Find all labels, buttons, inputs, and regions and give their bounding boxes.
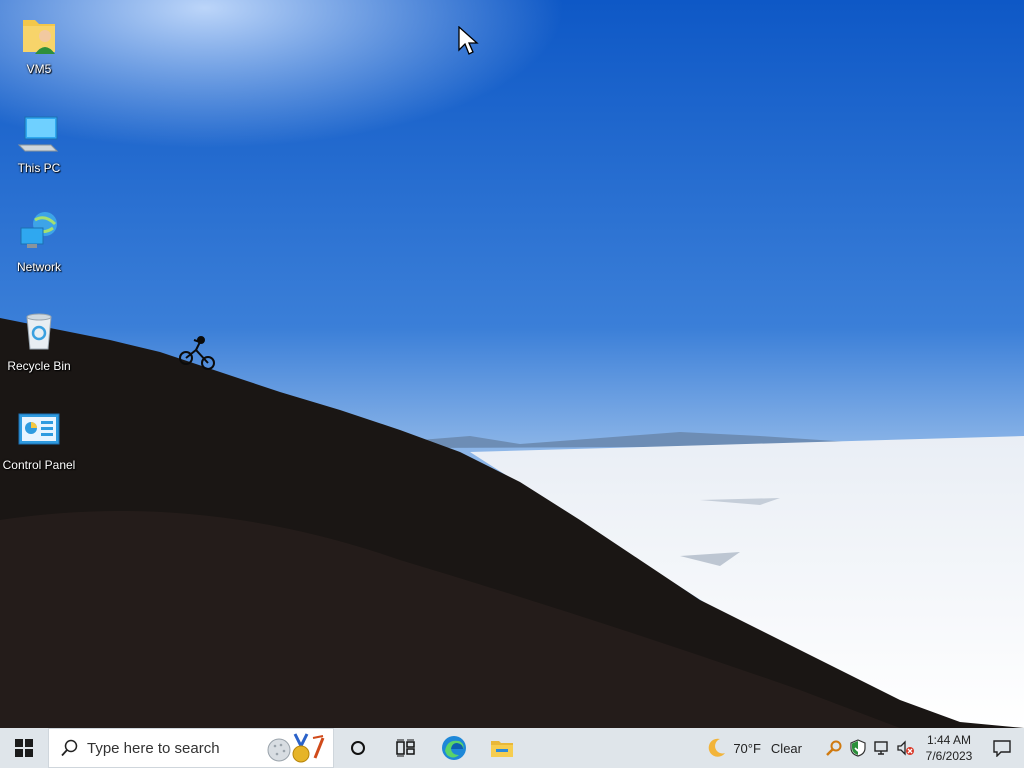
desktop-icon-this-pc[interactable]: This PC <box>0 101 78 191</box>
weather-widget[interactable]: 70°F Clear <box>699 728 808 768</box>
start-button[interactable] <box>0 728 48 768</box>
edge-icon <box>442 736 466 760</box>
clock[interactable]: 1:44 AM 7/6/2023 <box>918 728 980 768</box>
desktop-icon-control-panel[interactable]: Control Panel <box>0 398 78 488</box>
tray-network-icon[interactable] <box>870 728 894 768</box>
recycle-bin-icon <box>26 313 52 350</box>
tray-search-key-icon[interactable] <box>822 728 846 768</box>
desktop-icon-label: Network <box>16 260 61 274</box>
circle-icon <box>351 741 365 755</box>
key-search-icon <box>826 740 842 756</box>
desktop-icon-network[interactable]: Network <box>0 200 78 290</box>
search-placeholder: Type here to search <box>87 739 220 757</box>
tray-security-icon[interactable] <box>846 728 870 768</box>
notification-icon <box>993 740 1011 757</box>
desktop-icon-label: Recycle Bin <box>7 359 71 373</box>
weather-temperature: 70°F <box>733 740 761 756</box>
desktop-icon-label: VM5 <box>26 62 52 76</box>
desktop-icon-label: This PC <box>17 161 61 175</box>
shield-icon <box>850 739 866 757</box>
edge-button[interactable] <box>430 728 478 768</box>
file-explorer-button[interactable] <box>478 728 526 768</box>
desktop-icon-recycle-bin[interactable]: Recycle Bin <box>0 299 78 389</box>
task-view-button[interactable] <box>382 728 430 768</box>
ethernet-icon <box>874 741 888 755</box>
computer-icon <box>17 116 59 152</box>
notification-center-button[interactable] <box>980 728 1024 768</box>
task-view-icon <box>396 739 415 757</box>
system-tray: 70°F Clear 1:44 AM 7/6/2023 <box>699 728 1024 768</box>
weather-condition: Clear <box>770 740 802 756</box>
desktop-icon-label: Control Panel <box>2 458 76 472</box>
search-icon <box>61 739 78 757</box>
desktop-icon-vm5[interactable]: VM5 <box>0 2 78 92</box>
windows-logo-icon <box>15 739 33 757</box>
tray-volume-icon[interactable] <box>894 728 918 768</box>
desktop[interactable]: VM5 This PC Network Recycle Bin Control … <box>0 0 1024 728</box>
wallpaper <box>0 0 1024 728</box>
taskbar: Type here to search 70°F Clear 1:44 AM 7… <box>0 728 1024 768</box>
cortana-button[interactable] <box>334 728 382 768</box>
search-box[interactable]: Type here to search <box>48 728 334 768</box>
mouse-cursor-icon <box>458 26 479 55</box>
clock-time: 1:44 AM <box>926 733 972 747</box>
moon-icon <box>709 738 726 757</box>
network-icon <box>20 212 57 248</box>
folder-icon <box>491 741 513 757</box>
clock-date: 7/6/2023 <box>925 749 973 763</box>
search-highlight-icon <box>267 733 325 763</box>
volume-muted-icon <box>897 740 914 756</box>
control-panel-icon <box>18 413 60 445</box>
user-folder-icon <box>23 20 55 54</box>
